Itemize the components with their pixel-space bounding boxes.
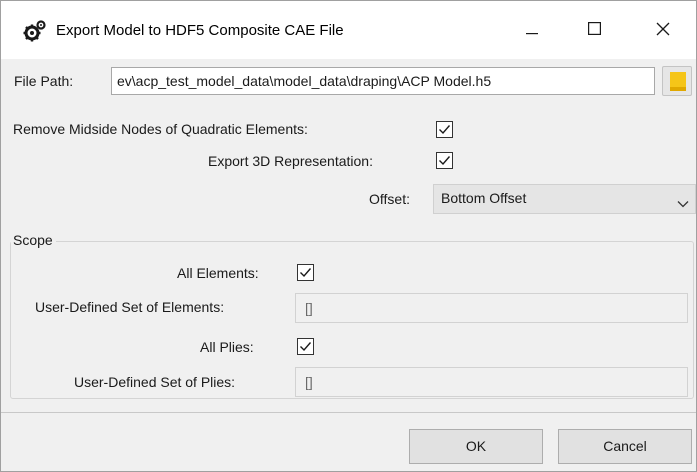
remove-midside-checkbox[interactable] xyxy=(436,121,453,138)
maximize-icon xyxy=(587,22,601,38)
scope-title: Scope xyxy=(11,232,56,248)
offset-selected-value: Bottom Offset xyxy=(441,190,527,206)
chevron-down-icon xyxy=(677,195,689,211)
export-dialog: Export Model to HDF5 Composite CAE File … xyxy=(0,0,697,472)
close-icon xyxy=(656,22,670,39)
close-button[interactable] xyxy=(640,1,686,59)
footer-divider xyxy=(1,412,696,413)
maximize-button[interactable] xyxy=(571,1,617,59)
all-plies-checkbox[interactable] xyxy=(297,338,314,355)
export-3d-checkbox[interactable] xyxy=(436,152,453,169)
all-plies-label: All Plies: xyxy=(200,339,254,355)
file-path-input[interactable]: ev\acp_test_model_data\model_data\drapin… xyxy=(111,67,655,95)
export-3d-label: Export 3D Representation: xyxy=(208,153,373,169)
title-bar[interactable]: Export Model to HDF5 Composite CAE File xyxy=(1,1,696,59)
file-path-label: File Path: xyxy=(14,73,74,89)
gears-icon xyxy=(23,20,47,42)
user-plies-label: User-Defined Set of Plies: xyxy=(74,374,236,390)
browse-button[interactable] xyxy=(662,66,692,96)
all-elements-label: All Elements: xyxy=(177,265,259,281)
all-elements-checkbox[interactable] xyxy=(297,264,314,281)
cancel-button[interactable]: Cancel xyxy=(558,429,692,464)
offset-select[interactable]: Bottom Offset xyxy=(433,184,696,214)
user-plies-input[interactable]: [] xyxy=(295,367,688,397)
remove-midside-label: Remove Midside Nodes of Quadratic Elemen… xyxy=(13,121,308,137)
user-elements-input[interactable]: [] xyxy=(295,293,688,323)
folder-icon xyxy=(670,72,686,94)
minimize-button[interactable] xyxy=(509,1,555,59)
offset-label: Offset: xyxy=(369,191,410,207)
user-elements-label: User-Defined Set of Elements: xyxy=(35,299,225,315)
minimize-icon xyxy=(526,22,538,38)
window-title: Export Model to HDF5 Composite CAE File xyxy=(56,22,344,39)
ok-button[interactable]: OK xyxy=(409,429,543,464)
